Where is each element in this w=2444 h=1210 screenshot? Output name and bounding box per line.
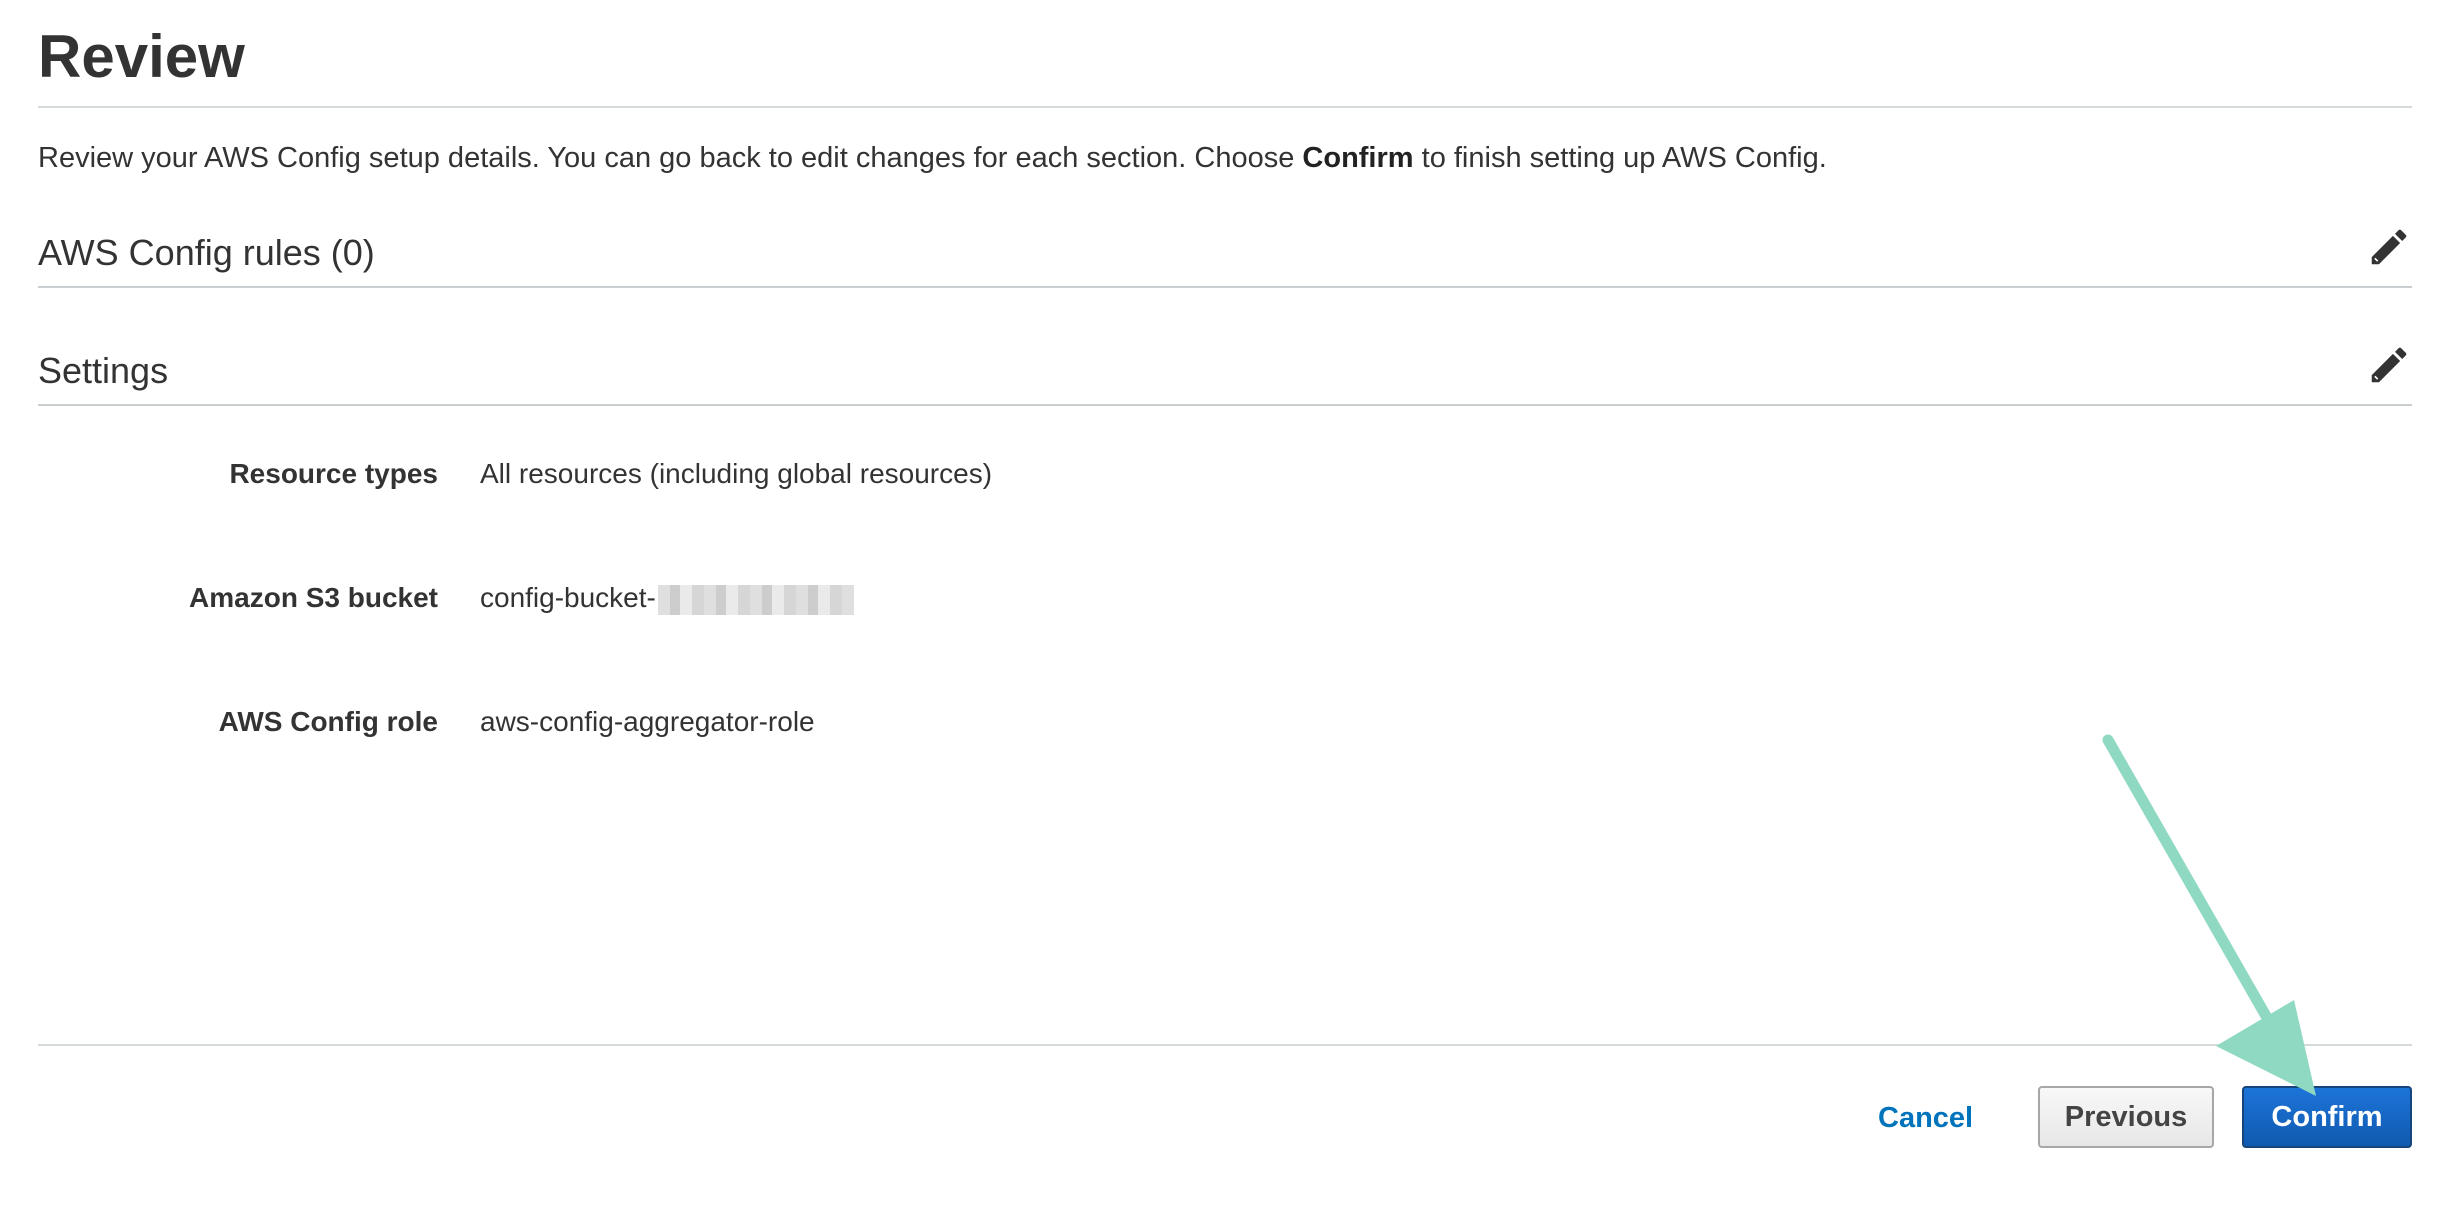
config-role-label: AWS Config role xyxy=(218,706,438,737)
setting-config-role: AWS Config role aws-config-aggregator-ro… xyxy=(38,702,1438,742)
resource-types-label: Resource types xyxy=(229,458,438,489)
title-divider xyxy=(38,106,2412,108)
section-header-config-rules: AWS Config rules (0) xyxy=(38,226,2412,288)
intro-text-bold: Confirm xyxy=(1302,142,1414,174)
previous-button[interactable]: Previous xyxy=(2038,1086,2214,1148)
pencil-icon[interactable] xyxy=(2366,224,2412,270)
cancel-button[interactable]: Cancel xyxy=(1878,1086,1973,1150)
redacted-text xyxy=(657,584,854,615)
config-role-value: aws-config-aggregator-role xyxy=(480,706,815,737)
confirm-button[interactable]: Confirm xyxy=(2242,1086,2412,1148)
footer-divider xyxy=(38,1044,2412,1046)
section-title-config-rules: AWS Config rules (0) xyxy=(38,232,375,273)
section-header-settings: Settings xyxy=(38,344,2412,406)
intro-text-start: Review your AWS Config setup details. Yo… xyxy=(38,142,1303,174)
section-title-settings: Settings xyxy=(38,350,169,391)
setting-resource-types: Resource types All resources (including … xyxy=(38,454,1438,494)
setting-s3-bucket: Amazon S3 bucket config-bucket- xyxy=(38,578,1438,618)
page-title: Review xyxy=(38,23,245,90)
s3-bucket-label: Amazon S3 bucket xyxy=(189,582,438,613)
resource-types-value: All resources (including global resource… xyxy=(480,458,993,489)
intro-text-end: to finish setting up AWS Config. xyxy=(1413,142,1827,174)
s3-bucket-value: config-bucket- xyxy=(480,582,656,613)
review-page: Review Review your AWS Config setup deta… xyxy=(38,0,2412,1210)
s3-bucket-value-wrap: config-bucket- xyxy=(480,578,854,618)
intro-text: Review your AWS Config setup details. Yo… xyxy=(38,140,1827,176)
pencil-icon[interactable] xyxy=(2366,342,2412,388)
